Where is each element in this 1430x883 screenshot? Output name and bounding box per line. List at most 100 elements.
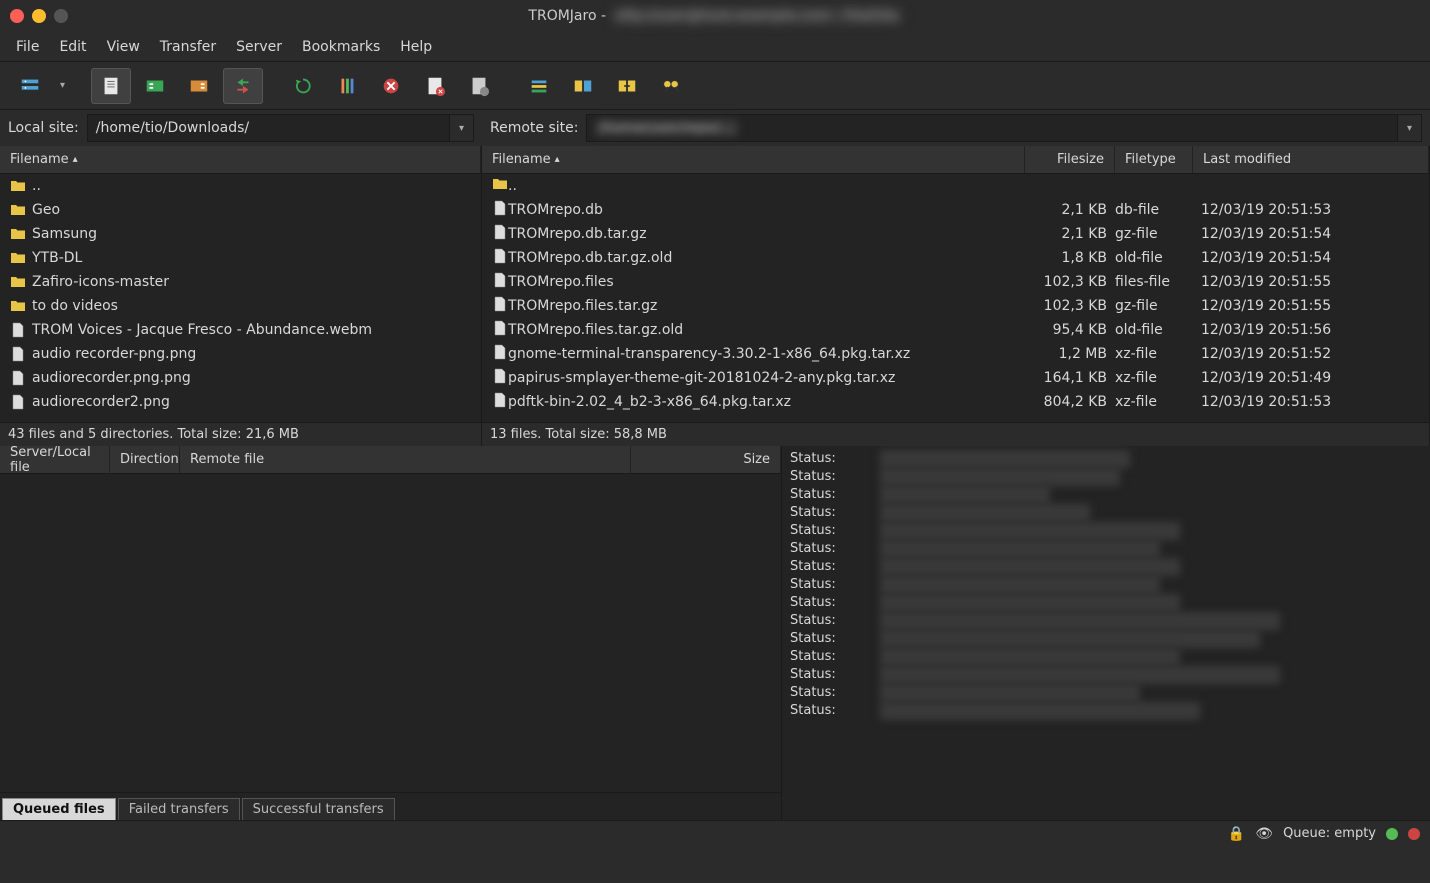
list-item[interactable]: TROMrepo.db.tar.gz2,1 KBgz-file12/03/19 … [482,222,1429,246]
log-row: Status:x [790,630,1422,648]
list-item[interactable]: audiorecorder2.png [0,390,481,414]
log-row: Status:x [790,486,1422,504]
list-item[interactable]: .. [482,174,1429,198]
filter-button[interactable] [519,68,559,104]
disconnect-button[interactable] [415,68,455,104]
list-item[interactable]: to do videos [0,294,481,318]
qcol-direction[interactable]: Direction [110,446,180,473]
menu-transfer[interactable]: Transfer [150,35,226,59]
list-item[interactable]: YTB-DL [0,246,481,270]
log-row: Status:x [790,684,1422,702]
remote-site-label: Remote site: [490,120,578,136]
refresh-button[interactable] [283,68,323,104]
bottom-panes: Server/Local file Direction Remote file … [0,446,1430,820]
remote-site-input[interactable]: /home/user/repo/… [586,114,1398,142]
title-blurred: sftp://user@host.example.com - FileZilla [612,8,902,24]
tab-successful[interactable]: Successful transfers [242,798,395,820]
list-item[interactable]: Geo [0,198,481,222]
cancel-button[interactable] [371,68,411,104]
col-lastmod[interactable]: Last modified [1193,146,1429,173]
toggle-local-tree-button[interactable] [135,68,175,104]
site-manager-dropdown[interactable]: ▾ [54,80,71,91]
menu-bookmarks[interactable]: Bookmarks [292,35,390,59]
remote-site-dropdown[interactable]: ▾ [1398,114,1422,142]
list-item[interactable]: audio recorder-png.png [0,342,481,366]
log-row: Status:x [790,504,1422,522]
local-site-dropdown[interactable]: ▾ [450,114,474,142]
col-filename[interactable]: Filename▴ [0,146,481,173]
local-file-list[interactable]: ..GeoSamsungYTB-DLZafiro-icons-masterto … [0,174,481,422]
sort-asc-icon: ▴ [555,154,560,165]
toggle-queue-button[interactable] [223,68,263,104]
site-manager-button[interactable] [10,68,50,104]
process-queue-button[interactable] [327,68,367,104]
list-item[interactable]: Samsung [0,222,481,246]
menu-edit[interactable]: Edit [49,35,96,59]
col-filetype[interactable]: Filetype [1115,146,1193,173]
col-filename-remote[interactable]: Filename▴ [482,146,1025,173]
reconnect-button[interactable] [459,68,499,104]
activity-led-recv [1408,828,1420,840]
list-item[interactable]: TROM Voices - Jacque Fresco - Abundance.… [0,318,481,342]
list-item[interactable]: TROMrepo.files102,3 KBfiles-file12/03/19… [482,270,1429,294]
toggle-log-button[interactable] [91,68,131,104]
window-maximize-button[interactable] [54,9,68,23]
queue-status: Queue: empty [1283,826,1376,841]
list-item[interactable]: Zafiro-icons-master [0,270,481,294]
toggle-remote-tree-button[interactable] [179,68,219,104]
statusbar: 🔒 👁 Queue: empty [0,820,1430,846]
window-title: TROMJaro - sftp://user@host.example.com … [528,8,901,24]
window-close-button[interactable] [10,9,24,23]
menu-view[interactable]: View [97,35,150,59]
site-row: Local site: /home/tio/Downloads/ ▾ Remot… [0,110,1430,146]
list-item[interactable]: TROMrepo.files.tar.gz102,3 KBgz-file12/0… [482,294,1429,318]
title-prefix: TROMJaro - [528,8,606,24]
tab-queued[interactable]: Queued files [2,798,116,820]
list-item[interactable]: papirus-smplayer-theme-git-20181024-2-an… [482,366,1429,390]
local-pane: Filename▴ ..GeoSamsungYTB-DLZafiro-icons… [0,146,482,446]
remote-columns: Filename▴ Filesize Filetype Last modifie… [482,146,1429,174]
menu-file[interactable]: File [6,35,49,59]
remote-pane: Filename▴ Filesize Filetype Last modifie… [482,146,1430,446]
qcol-size[interactable]: Size [631,446,781,473]
menu-help[interactable]: Help [390,35,442,59]
sync-browse-button[interactable] [607,68,647,104]
local-site-label: Local site: [8,120,79,136]
log-row: Status:x [790,450,1422,468]
toolbar: ▾ [0,62,1430,110]
queue-columns: Server/Local file Direction Remote file … [0,446,781,474]
tab-failed[interactable]: Failed transfers [118,798,240,820]
list-item[interactable]: .. [0,174,481,198]
list-item[interactable]: TROMrepo.db.tar.gz.old1,8 KBold-file12/0… [482,246,1429,270]
qcol-server[interactable]: Server/Local file [0,446,110,473]
list-item[interactable]: TROMrepo.db2,1 KBdb-file12/03/19 20:51:5… [482,198,1429,222]
log-pane[interactable]: Status:xStatus:xStatus:xStatus:xStatus:x… [782,446,1430,820]
list-item[interactable]: pdftk-bin-2.02_4_b2-3-x86_64.pkg.tar.xz8… [482,390,1429,414]
file-panes: Filename▴ ..GeoSamsungYTB-DLZafiro-icons… [0,146,1430,446]
menubar: File Edit View Transfer Server Bookmarks… [0,32,1430,62]
queue-body[interactable] [0,474,781,792]
local-site-input[interactable]: /home/tio/Downloads/ [87,114,450,142]
log-row: Status:x [790,648,1422,666]
lock-icon: 🔒 [1228,826,1245,842]
activity-led-send [1386,828,1398,840]
remote-file-list[interactable]: ..TROMrepo.db2,1 KBdb-file12/03/19 20:51… [482,174,1429,422]
menu-server[interactable]: Server [226,35,292,59]
directory-compare-button[interactable] [563,68,603,104]
list-item[interactable]: TROMrepo.files.tar.gz.old95,4 KBold-file… [482,318,1429,342]
local-status: 43 files and 5 directories. Total size: … [0,422,481,446]
list-item[interactable]: gnome-terminal-transparency-3.30.2-1-x86… [482,342,1429,366]
qcol-remote[interactable]: Remote file [180,446,631,473]
window-minimize-button[interactable] [32,9,46,23]
log-row: Status:x [790,702,1422,720]
log-row: Status:x [790,558,1422,576]
log-row: Status:x [790,612,1422,630]
sort-asc-icon: ▴ [73,154,78,165]
log-row: Status:x [790,522,1422,540]
remote-status: 13 files. Total size: 58,8 MB [482,422,1429,446]
log-row: Status:x [790,594,1422,612]
list-item[interactable]: audiorecorder.png.png [0,366,481,390]
find-button[interactable] [651,68,691,104]
log-row: Status:x [790,540,1422,558]
col-filesize[interactable]: Filesize [1025,146,1115,173]
